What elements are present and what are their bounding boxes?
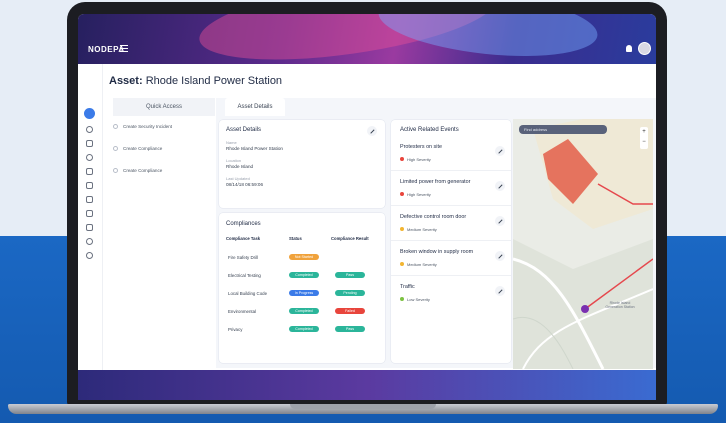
file-icon[interactable] xyxy=(86,210,93,217)
chart-icon[interactable] xyxy=(86,140,93,147)
quick-access-panel: Create Security Incident Create Complian… xyxy=(108,116,217,366)
severity-dot xyxy=(400,262,404,266)
status-badge: Completed xyxy=(289,326,319,332)
result-badge: Failed xyxy=(335,308,365,314)
event-severity: Low Severity xyxy=(407,297,430,302)
avatar[interactable] xyxy=(638,42,651,55)
compliance-task: Fire Safety Drill xyxy=(228,255,259,260)
users-icon[interactable] xyxy=(86,182,93,189)
compliance-task: Local Building Code xyxy=(228,291,268,296)
severity-dot xyxy=(400,297,404,301)
asset-details-title: Asset Details xyxy=(226,127,262,133)
tab-asset-details[interactable]: Asset Details xyxy=(225,98,285,116)
event-severity: Medium Severity xyxy=(407,262,437,267)
severity-dot xyxy=(400,157,404,161)
severity-dot xyxy=(400,227,404,231)
event-item[interactable]: Limited power from generator High Severi… xyxy=(391,175,511,206)
page-title-name: Rhode Island Power Station xyxy=(145,75,283,87)
event-title: Protesters on site xyxy=(400,144,442,150)
edit-icon[interactable] xyxy=(495,251,505,261)
status-badge: Completed xyxy=(289,272,319,278)
status-badge: Not Started xyxy=(289,254,319,260)
result-badge: Pass xyxy=(335,326,365,332)
result-badge: Pending xyxy=(335,290,365,296)
quick-access-item[interactable]: Create Compliance xyxy=(113,168,162,173)
gear-icon[interactable] xyxy=(86,252,93,259)
zoom-out-button[interactable]: − xyxy=(640,137,648,147)
tab-quick-access[interactable]: Quick Access xyxy=(113,98,215,116)
event-severity: Medium Severity xyxy=(407,227,437,232)
app-header: NODEPA xyxy=(78,14,656,64)
building-icon[interactable] xyxy=(86,168,93,175)
last-updated-label: Last Updated xyxy=(226,176,250,181)
bell-icon[interactable] xyxy=(626,45,632,52)
event-item[interactable]: Protesters on site High Severity xyxy=(391,140,511,171)
name-value: Rhode Island Power Station xyxy=(226,146,283,151)
compliances-card: Compliances Compliance Task Status Compl… xyxy=(219,213,385,363)
quick-access-item[interactable]: Create Security Incident xyxy=(113,124,172,129)
edit-icon[interactable] xyxy=(367,126,377,136)
event-item[interactable]: Broken window in supply room Medium Seve… xyxy=(391,245,511,276)
event-severity: High Severity xyxy=(407,157,431,162)
asset-details-card: Asset Details Name Rhode Island Power St… xyxy=(219,120,385,208)
event-title: Broken window in supply room xyxy=(400,249,474,255)
event-severity: High Severity xyxy=(407,192,431,197)
map-graphic xyxy=(513,119,653,369)
edit-icon[interactable] xyxy=(495,286,505,296)
icon-sidebar xyxy=(78,64,103,400)
map-location-label: Rhode Island Generation Station xyxy=(605,301,635,309)
location-label: Location xyxy=(226,158,242,163)
quick-access-item[interactable]: Create Compliance xyxy=(113,146,162,151)
event-item[interactable]: Traffic Low Severity xyxy=(391,280,511,310)
page-title: Asset: Rhode Island Power Station xyxy=(109,75,282,87)
event-title: Limited power from generator xyxy=(400,179,471,185)
edit-icon[interactable] xyxy=(495,181,505,191)
column-header: Status xyxy=(289,236,302,241)
location-icon[interactable] xyxy=(86,154,93,161)
map-zoom-control[interactable]: + − xyxy=(640,127,648,149)
help-icon[interactable] xyxy=(86,238,93,245)
severity-dot xyxy=(400,192,404,196)
map-address-input[interactable]: Find address xyxy=(519,125,607,134)
edit-icon[interactable] xyxy=(495,146,505,156)
compliance-task: Privacy xyxy=(228,327,243,332)
active-events-title: Active Related Events xyxy=(400,127,459,133)
zoom-in-button[interactable]: + xyxy=(640,127,648,137)
status-badge: Completed xyxy=(289,308,319,314)
column-header: Compliance Result xyxy=(331,236,369,241)
result-badge: Pass xyxy=(335,272,365,278)
document-icon[interactable] xyxy=(86,196,93,203)
inbox-icon[interactable] xyxy=(86,224,93,231)
last-updated-value: 08/14/18 06:59:06 xyxy=(226,182,264,187)
compliance-task: Electrical Testing xyxy=(228,273,261,278)
status-badge: In Progress xyxy=(289,290,319,296)
laptop-screen: NODEPA Asset: Rhode Island Power Station… xyxy=(78,14,656,400)
compliances-title: Compliances xyxy=(226,221,261,227)
clock-icon[interactable] xyxy=(86,126,93,133)
event-title: Defective control room door xyxy=(400,214,467,220)
edit-icon[interactable] xyxy=(495,216,505,226)
event-item[interactable]: Defective control room door Medium Sever… xyxy=(391,210,511,241)
hamburger-menu-icon[interactable] xyxy=(120,45,128,52)
location-value: Rhode Island xyxy=(226,164,254,169)
column-header: Compliance Task xyxy=(226,236,261,241)
compliance-task: Environmental xyxy=(228,309,257,314)
laptop-notch xyxy=(290,404,436,409)
map-view[interactable]: Find address + − Rhode Island Generation… xyxy=(513,119,653,369)
page-title-prefix: Asset: xyxy=(109,75,143,87)
add-icon[interactable] xyxy=(84,108,95,119)
footer-decoration xyxy=(78,370,656,400)
name-label: Name xyxy=(226,140,237,145)
event-title: Traffic xyxy=(400,284,415,290)
